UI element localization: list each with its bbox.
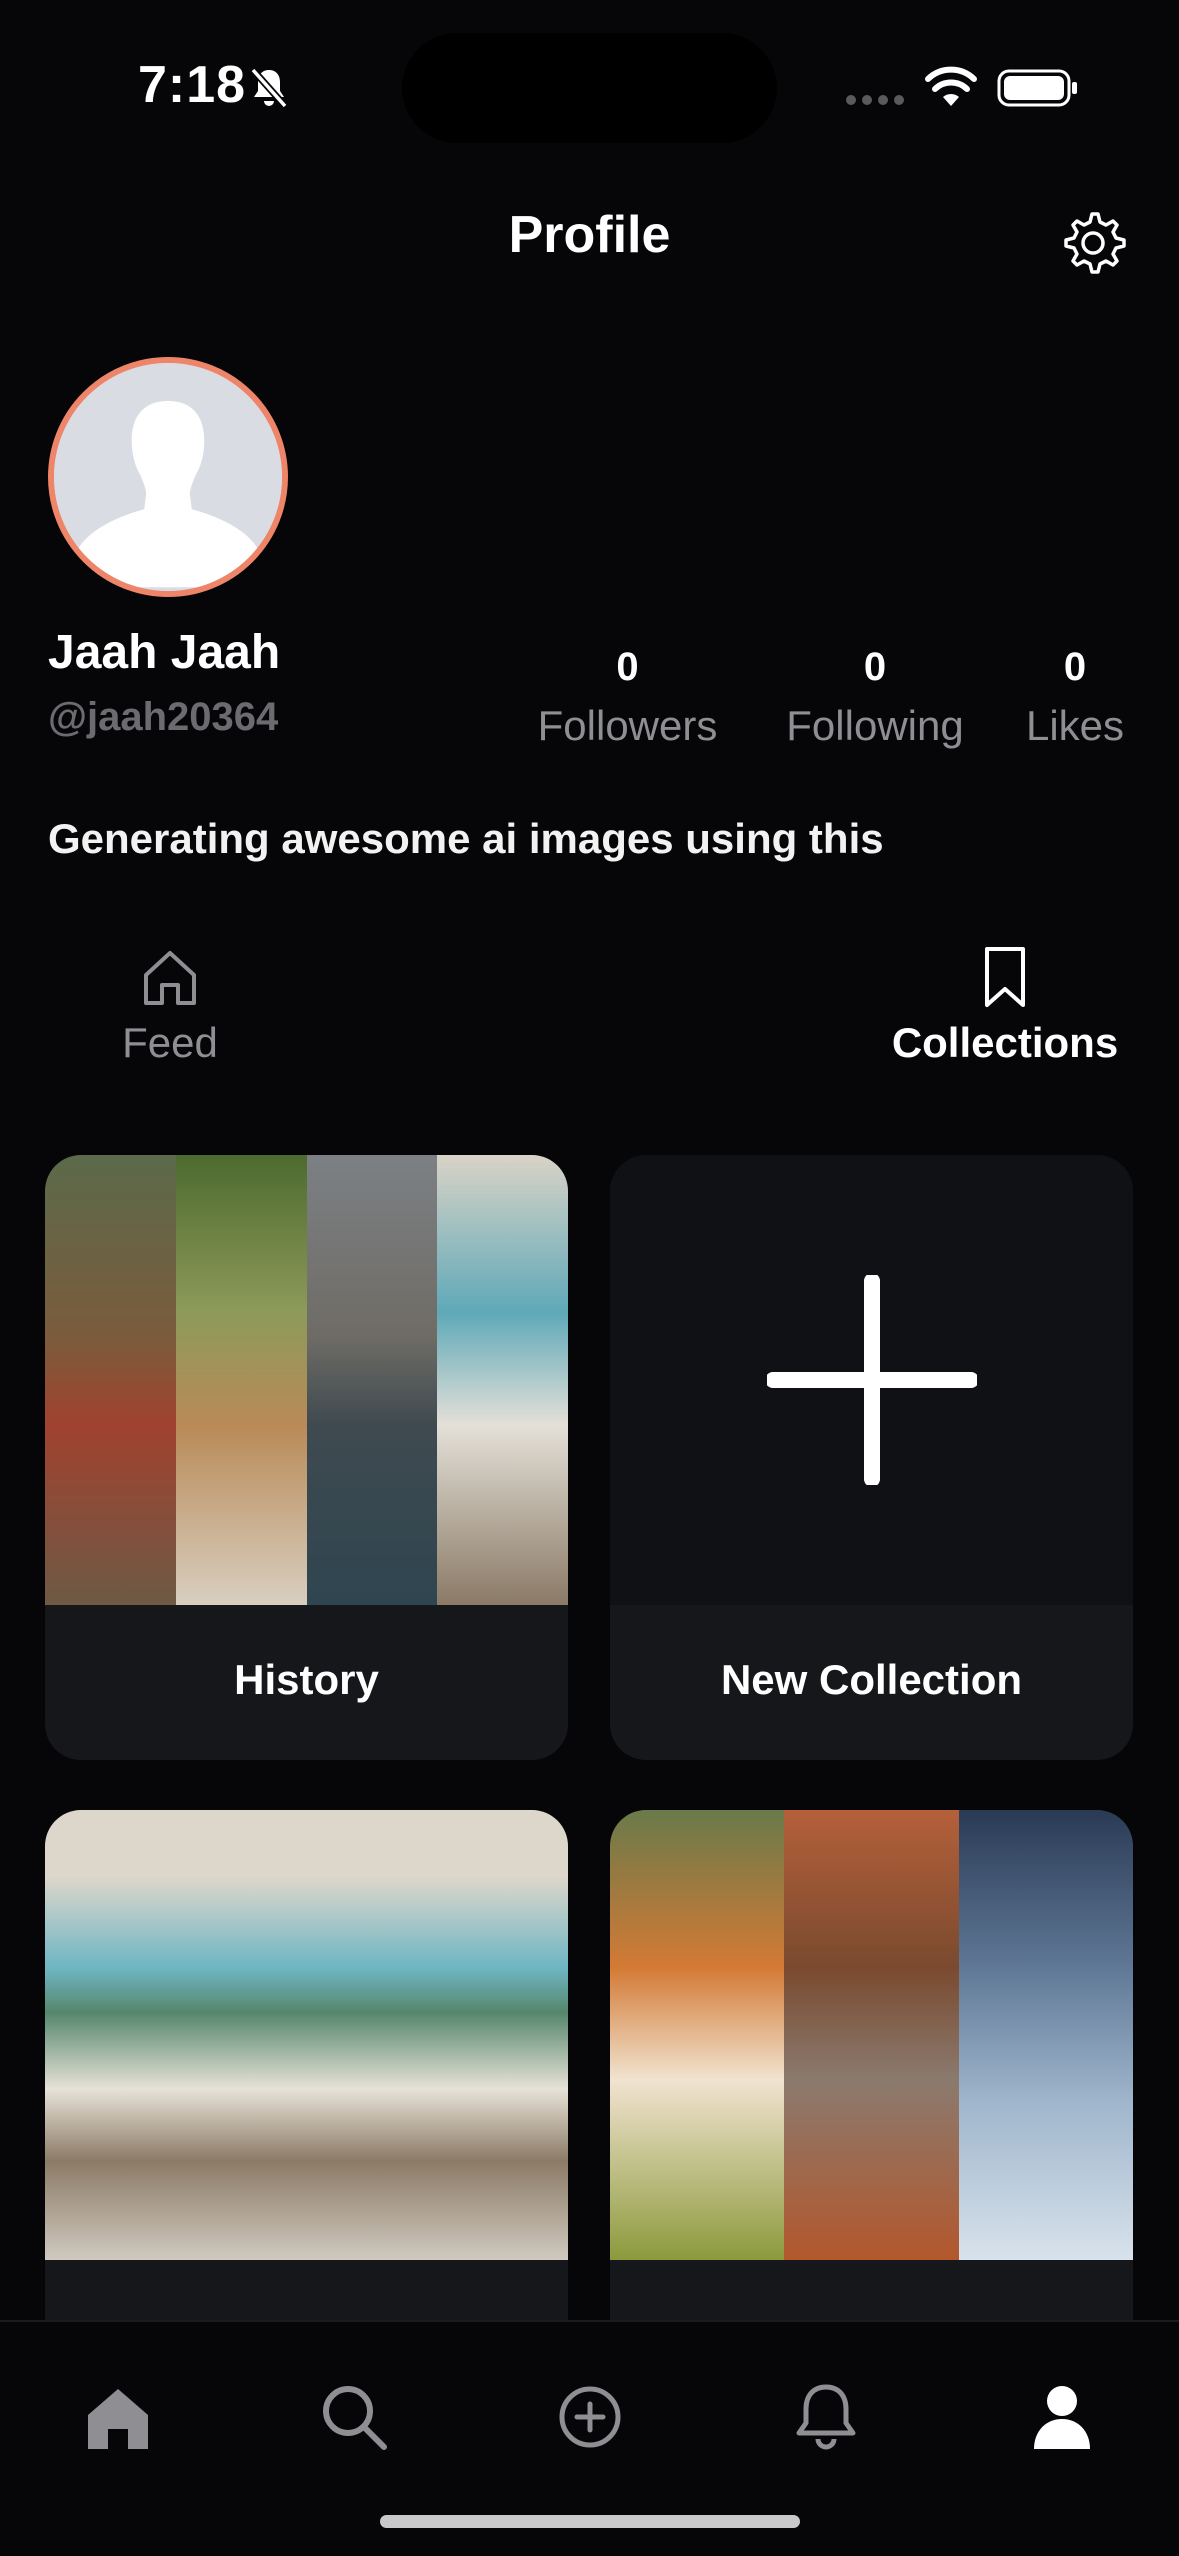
collection-thumbnails	[45, 1810, 568, 2260]
following-label: Following	[786, 702, 964, 749]
likes-label: Likes	[1025, 702, 1125, 749]
collection-thumbnails	[610, 1810, 1133, 2260]
thumbnail-image	[45, 1810, 307, 2260]
new-collection-card[interactable]: New Collection	[610, 1155, 1133, 1760]
collection-label: History	[45, 1605, 568, 1760]
cellular-signal-icon	[846, 95, 904, 105]
following-count: 0	[863, 645, 887, 689]
thumbnail-image	[306, 1810, 568, 2260]
thumbnail-image	[784, 1810, 959, 2260]
followers-stat[interactable]: 0 Followers	[530, 645, 725, 750]
status-time: 7:18	[138, 56, 247, 114]
likes-stat[interactable]: 0 Likes	[1020, 645, 1130, 750]
thumbnail-image	[175, 1155, 307, 1605]
username-handle: @jaah20364	[48, 695, 279, 739]
bookmark-icon	[985, 947, 1025, 1007]
tab-feed[interactable]: Feed	[100, 945, 240, 1067]
collection-card[interactable]	[610, 1810, 1133, 2370]
following-stat[interactable]: 0 Following	[775, 645, 975, 750]
settings-gear-icon[interactable]	[1060, 210, 1126, 276]
avatar[interactable]	[48, 357, 288, 597]
bell-muted-icon	[250, 67, 288, 109]
plus-icon	[767, 1275, 977, 1485]
thumbnail-image	[610, 1810, 785, 2260]
collection-label: New Collection	[610, 1605, 1133, 1760]
collection-card-history[interactable]: History	[45, 1155, 568, 1760]
dynamic-island	[402, 33, 777, 143]
tab-collections-label: Collections	[891, 1019, 1119, 1066]
thumbnail-image	[45, 1155, 176, 1605]
search-icon[interactable]	[314, 2377, 394, 2457]
page-title: Profile	[508, 206, 671, 264]
new-collection-placeholder	[610, 1155, 1133, 1605]
thumbnail-image	[958, 1810, 1133, 2260]
profile-icon[interactable]	[1022, 2377, 1102, 2457]
collection-card[interactable]	[45, 1810, 568, 2370]
tab-collections[interactable]: Collections	[880, 945, 1130, 1067]
profile-bio: Generating awesome ai images using this	[48, 815, 884, 862]
followers-label: Followers	[537, 702, 718, 749]
followers-count: 0	[616, 645, 639, 689]
likes-count: 0	[1063, 645, 1087, 689]
notifications-icon[interactable]	[786, 2377, 866, 2457]
thumbnail-image	[437, 1155, 568, 1605]
collection-thumbnails	[45, 1155, 568, 1605]
thumbnail-image	[306, 1155, 438, 1605]
default-avatar-silhouette-icon	[54, 363, 282, 591]
battery-icon	[997, 69, 1077, 107]
wifi-icon	[925, 66, 977, 106]
home-icon[interactable]	[78, 2377, 158, 2457]
create-icon[interactable]	[550, 2377, 630, 2457]
status-bar: 7:18	[0, 0, 1179, 175]
tab-feed-label: Feed	[122, 1019, 218, 1066]
display-name: Jaah Jaah	[48, 626, 281, 679]
home-outline-icon	[144, 951, 196, 1005]
home-indicator	[380, 2515, 800, 2528]
